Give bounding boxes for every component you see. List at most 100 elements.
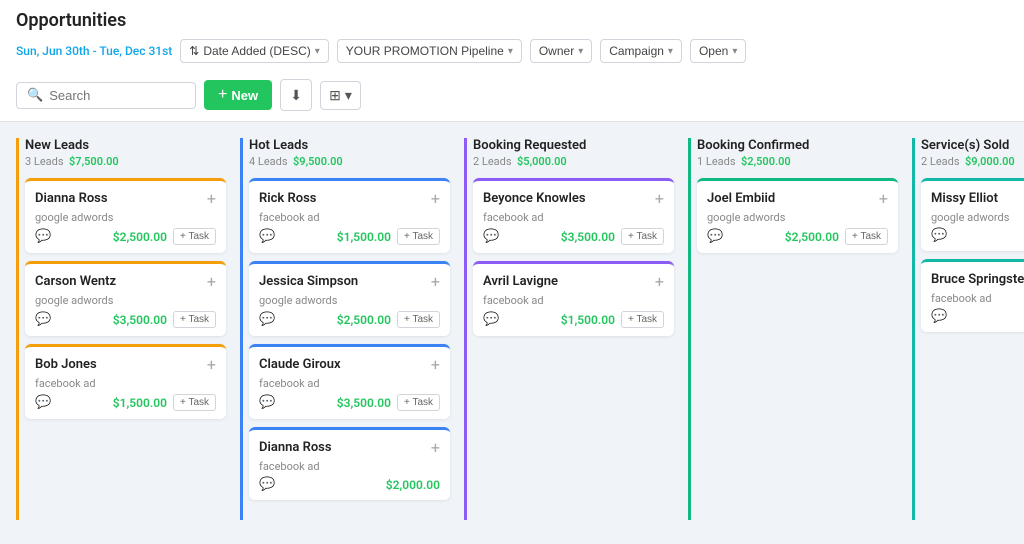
top-bar: Opportunities Sun, Jun 30th - Tue, Dec 3… — [0, 0, 1024, 122]
add-task-button[interactable]: + Task — [397, 394, 440, 411]
add-task-button[interactable]: + Task — [173, 228, 216, 245]
message-icon: 💬 — [259, 229, 275, 244]
kanban-card[interactable]: Claude Giroux+facebook ad💬$3,500.00+ Tas… — [249, 344, 450, 419]
card-source: google adwords — [259, 294, 440, 307]
date-range-filter[interactable]: Sun, Jun 30th - Tue, Dec 31st — [16, 44, 172, 58]
toolbar-row: 🔍 + New ⬇ ⊞ ▾ — [16, 71, 1008, 121]
add-task-button[interactable]: + Task — [845, 228, 888, 245]
status-filter-btn[interactable]: Open ▾ — [690, 39, 746, 63]
kanban-card[interactable]: Beyonce Knowles+facebook ad💬$3,500.00+ T… — [473, 178, 674, 253]
add-task-button[interactable]: + Task — [397, 311, 440, 328]
kanban-card[interactable]: Joel Embiid+google adwords💬$2,500.00+ Ta… — [697, 178, 898, 253]
card-source: google adwords — [931, 211, 1024, 224]
column-total: $9,500.00 — [293, 155, 343, 168]
card-add-icon[interactable]: + — [879, 191, 888, 207]
owner-filter-btn[interactable]: Owner ▾ — [530, 39, 592, 63]
card-add-icon[interactable]: + — [207, 274, 216, 290]
search-input[interactable] — [49, 88, 185, 103]
kanban-card[interactable]: Dianna Ross+google adwords💬$2,500.00+ Ta… — [25, 178, 226, 253]
column-header-services-sold: Service(s) Sold 2 Leads $9,000.00 — [921, 138, 1024, 168]
card-name: Joel Embiid — [707, 191, 775, 206]
card-add-icon[interactable]: + — [431, 357, 440, 373]
column-total: $5,000.00 — [517, 155, 567, 168]
kanban-card[interactable]: Missy Elliot+google adwords💬$3,500.00 — [921, 178, 1024, 251]
card-amount: $3,500.00 — [113, 313, 167, 327]
card-name: Dianna Ross — [259, 440, 332, 455]
view-toggle-button[interactable]: ⊞ ▾ — [320, 81, 361, 110]
card-amount: $1,500.00 — [561, 313, 615, 327]
card-add-icon[interactable]: + — [431, 191, 440, 207]
card-add-icon[interactable]: + — [207, 357, 216, 373]
column-meta: 4 Leads $9,500.00 — [249, 155, 450, 168]
card-name: Beyonce Knowles — [483, 191, 586, 206]
add-task-button[interactable]: + Task — [173, 394, 216, 411]
column-total: $2,500.00 — [741, 155, 791, 168]
column-header-hot-leads: Hot Leads4 Leads $9,500.00 — [249, 138, 450, 168]
message-icon: 💬 — [259, 477, 275, 492]
card-amount: $2,500.00 — [785, 230, 839, 244]
card-add-icon[interactable]: + — [207, 191, 216, 207]
column-meta: 2 Leads $9,000.00 — [921, 155, 1024, 168]
card-add-icon[interactable]: + — [431, 274, 440, 290]
message-icon: 💬 — [483, 312, 499, 327]
card-amount: $2,500.00 — [337, 313, 391, 327]
add-task-button[interactable]: + Task — [397, 228, 440, 245]
pipeline-filter-btn[interactable]: YOUR PROMOTION Pipeline ▾ — [337, 39, 522, 63]
card-source: google adwords — [35, 294, 216, 307]
card-amount: $3,500.00 — [337, 396, 391, 410]
owner-chevron-icon: ▾ — [578, 46, 583, 57]
message-icon: 💬 — [707, 229, 723, 244]
card-name: Jessica Simpson — [259, 274, 358, 289]
card-amount: $1,500.00 — [113, 396, 167, 410]
message-icon: 💬 — [35, 312, 51, 327]
column-total: $7,500.00 — [69, 155, 119, 168]
sort-icon: ⇅ — [189, 44, 199, 58]
card-source: google adwords — [35, 211, 216, 224]
campaign-filter-btn[interactable]: Campaign ▾ — [600, 39, 682, 63]
message-icon: 💬 — [931, 228, 947, 243]
add-task-button[interactable]: + Task — [621, 228, 664, 245]
message-icon: 💬 — [483, 229, 499, 244]
kanban-card[interactable]: Carson Wentz + google adwords 💬 $3,500.00 + T… — [25, 261, 226, 336]
kanban-card[interactable]: Dianna Ross+facebook ad💬$2,000.00 — [249, 427, 450, 500]
kanban-card[interactable]: Jessica Simpson+google adwords💬$2,500.00… — [249, 261, 450, 336]
view-chevron-icon: ▾ — [345, 87, 352, 104]
column-booking-confirmed: Booking Confirmed1 Leads $2,500.00Joel E… — [688, 138, 898, 520]
download-icon: ⬇ — [290, 87, 302, 104]
column-new-leads: New Leads3 Leads $7,500.00Dianna Ross+go… — [16, 138, 226, 520]
card-name: Carson Wentz — [35, 274, 116, 289]
card-add-icon[interactable]: + — [431, 440, 440, 456]
card-name: Missy Elliot — [931, 191, 998, 206]
kanban-card[interactable]: Avril Lavigne+facebook ad💬$1,500.00+ Tas… — [473, 261, 674, 336]
add-task-button[interactable]: + Task — [173, 311, 216, 328]
sort-filter-btn[interactable]: ⇅ Date Added (DESC) ▾ — [180, 39, 328, 63]
search-box[interactable]: 🔍 — [16, 82, 196, 109]
column-total: $9,000.00 — [965, 155, 1015, 168]
kanban-card[interactable]: Bob Jones+facebook ad💬$1,500.00+ Task — [25, 344, 226, 419]
page-title: Opportunities — [16, 10, 1008, 31]
plus-icon: + — [218, 86, 227, 104]
column-title: Booking Requested — [473, 138, 674, 153]
sort-chevron-icon: ▾ — [315, 46, 320, 57]
card-name: Claude Giroux — [259, 357, 341, 372]
kanban-card[interactable]: Bruce Springsteen+facebook ad💬$5,500.00 — [921, 259, 1024, 332]
card-amount: $2,500.00 — [113, 230, 167, 244]
new-button[interactable]: + New — [204, 80, 272, 110]
column-title: Service(s) Sold — [921, 138, 1024, 153]
column-meta: 3 Leads $7,500.00 — [25, 155, 226, 168]
card-source: facebook ad — [483, 211, 664, 224]
message-icon: 💬 — [35, 229, 51, 244]
column-hot-leads: Hot Leads4 Leads $9,500.00 Rick Ross+face… — [240, 138, 450, 520]
card-name: Bob Jones — [35, 357, 97, 372]
card-add-icon[interactable]: + — [655, 274, 664, 290]
card-name: Avril Lavigne — [483, 274, 558, 289]
message-icon: 💬 — [259, 395, 275, 410]
column-header-new-leads: New Leads3 Leads $7,500.00 — [25, 138, 226, 168]
kanban-card[interactable]: Rick Ross+facebook ad💬$1,500.00+ Task — [249, 178, 450, 253]
download-button[interactable]: ⬇ — [280, 79, 312, 111]
column-header-booking-requested: Booking Requested2 Leads $5,000.00 — [473, 138, 674, 168]
pipeline-chevron-icon: ▾ — [508, 46, 513, 57]
add-task-button[interactable]: + Task — [621, 311, 664, 328]
card-add-icon[interactable]: + — [655, 191, 664, 207]
card-source: facebook ad — [35, 377, 216, 390]
